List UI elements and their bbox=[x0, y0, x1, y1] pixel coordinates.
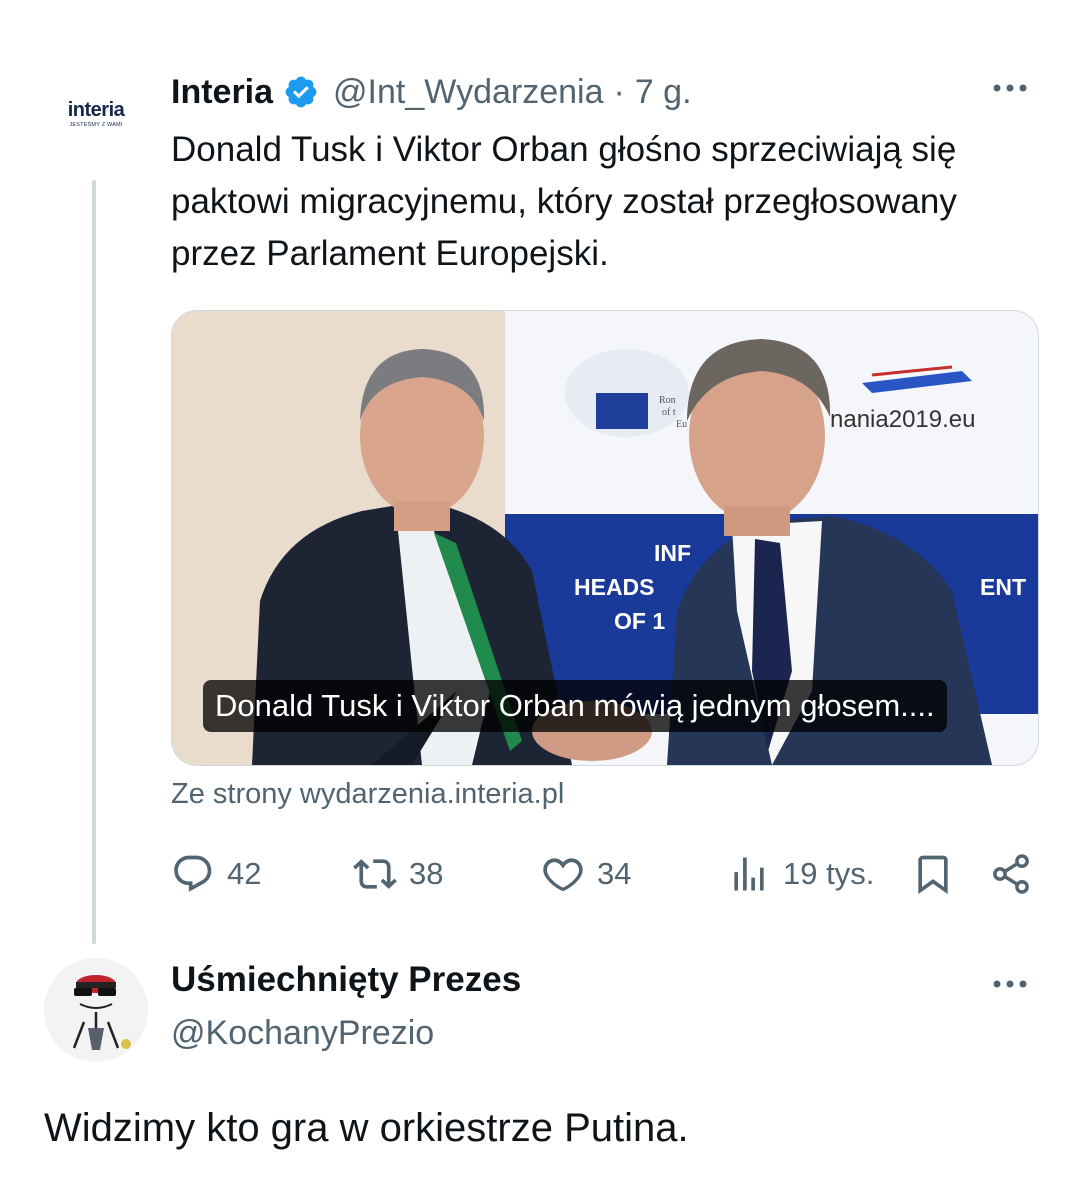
share-button[interactable] bbox=[989, 848, 1045, 900]
reply-icon bbox=[174, 855, 212, 892]
backdrop-banner-text-4: ENT bbox=[980, 574, 1026, 600]
backdrop-small-text-2: of t bbox=[662, 407, 676, 418]
tweet-text: Donald Tusk i Viktor Orban głośno sprzec… bbox=[171, 130, 957, 273]
views-button[interactable]: 19 tys. bbox=[727, 848, 874, 900]
retweet-icon bbox=[353, 859, 397, 889]
like-button[interactable]: 34 bbox=[541, 848, 631, 900]
views-count: 19 tys. bbox=[783, 856, 875, 891]
reply-count: 42 bbox=[227, 856, 262, 891]
separator-dot: · bbox=[613, 72, 625, 111]
reply-more-options-button[interactable] bbox=[990, 974, 1030, 999]
interia-logo: interia bbox=[67, 99, 125, 121]
retweet-count: 38 bbox=[409, 856, 444, 891]
retweet-button[interactable]: 38 bbox=[353, 848, 443, 900]
reply-text: Widzimy kto gra w orkiestrze Putina. bbox=[44, 1106, 689, 1150]
backdrop-small-text-1: Ron bbox=[659, 395, 676, 406]
reply-button[interactable]: 42 bbox=[171, 848, 261, 900]
thread-line bbox=[92, 180, 96, 944]
card-title[interactable]: Donald Tusk i Viktor Orban mówią jednym … bbox=[203, 680, 947, 732]
reply-author-name[interactable]: Uśmiechnięty Prezes bbox=[171, 960, 521, 1000]
author-handle[interactable]: @Int_Wydarzenia bbox=[333, 73, 603, 112]
timestamp[interactable]: 7 g. bbox=[635, 73, 692, 112]
bookmark-button[interactable] bbox=[911, 848, 967, 900]
backdrop-banner-text-2: HEADS bbox=[574, 574, 655, 600]
heart-icon bbox=[543, 858, 583, 892]
logo-tagline: JESTEŚMY Z WAMI bbox=[69, 122, 123, 128]
more-horizontal-icon bbox=[993, 84, 1027, 92]
reply-author-handle[interactable]: @KochanyPrezio bbox=[171, 1014, 434, 1053]
avatar[interactable]: interia JESTEŚMY Z WAMI bbox=[44, 62, 148, 166]
card-source-link[interactable]: Ze strony wydarzenia.interia.pl bbox=[171, 778, 564, 811]
analytics-icon bbox=[734, 857, 764, 891]
backdrop-domain-text: nania2019.eu bbox=[830, 406, 975, 433]
more-horizontal-icon bbox=[993, 980, 1027, 988]
author-name[interactable]: Interia bbox=[171, 73, 273, 112]
tweet-actions: 42 38 34 19 tys. bbox=[171, 848, 1037, 900]
backdrop-small-text-3: Eu bbox=[676, 419, 687, 430]
more-options-button[interactable] bbox=[990, 78, 1030, 103]
bookmark-icon bbox=[918, 855, 948, 895]
like-count: 34 bbox=[597, 856, 632, 891]
backdrop-banner-text-3: OF 1 bbox=[614, 608, 665, 634]
backdrop-banner-text-1: INF bbox=[654, 540, 691, 566]
share-icon bbox=[993, 854, 1029, 894]
avatar-drawing bbox=[44, 958, 148, 1062]
tweet-header: Interia @Int_Wydarzenia · 7 g. bbox=[171, 70, 692, 114]
reply-avatar[interactable] bbox=[44, 958, 148, 1062]
verified-badge-icon bbox=[285, 76, 317, 108]
